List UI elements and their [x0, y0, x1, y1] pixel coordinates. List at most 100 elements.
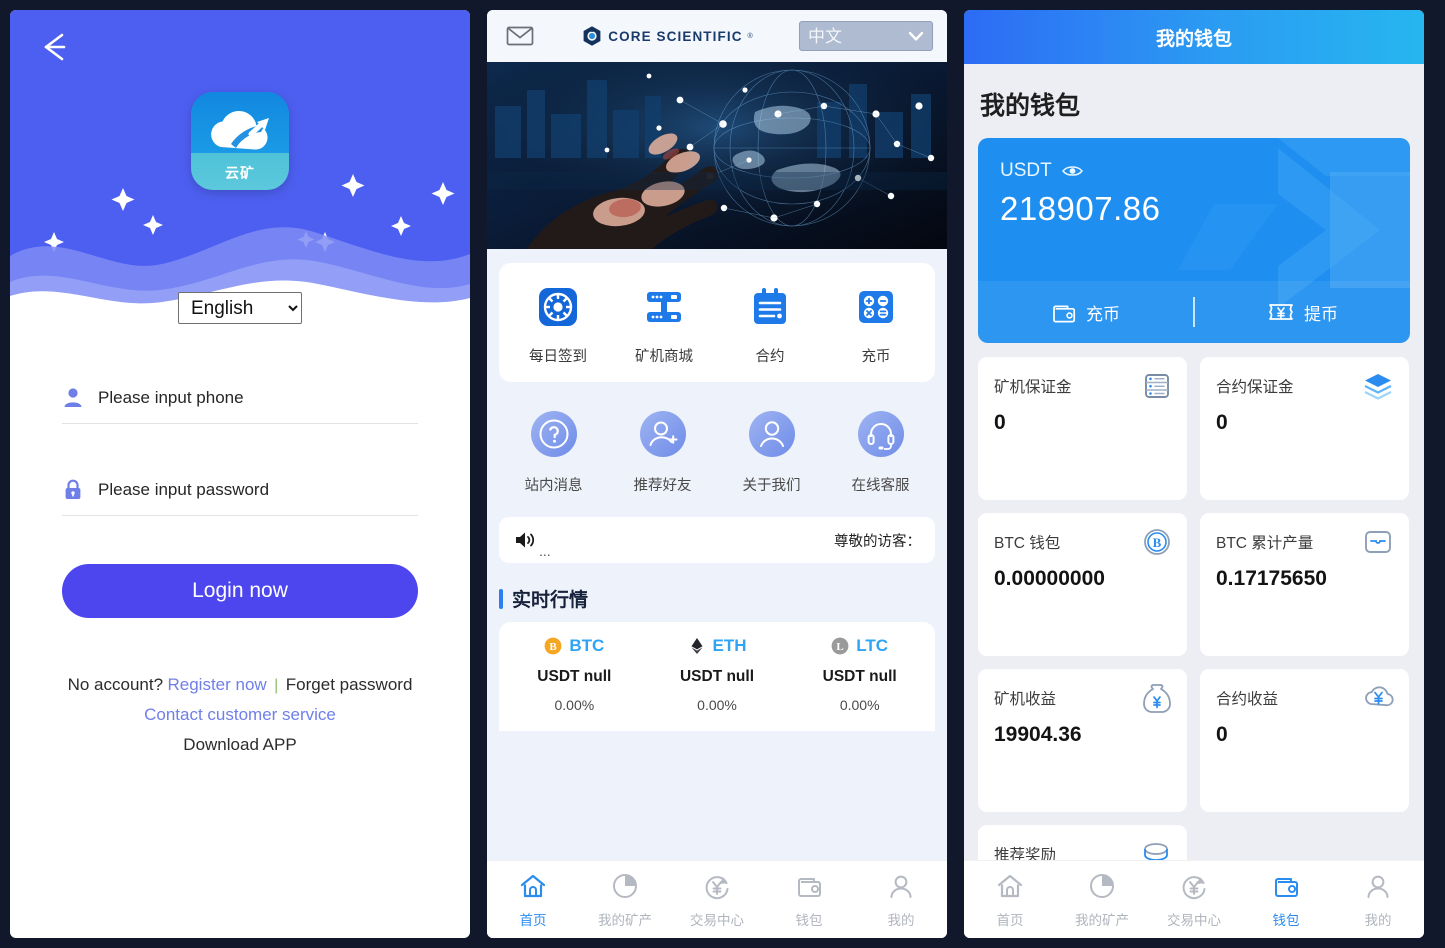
tab-home[interactable]: 首页 — [964, 869, 1056, 938]
withdraw-button[interactable]: 提币 — [1195, 300, 1410, 325]
shortcut-label: 充币 — [861, 349, 891, 365]
phone-input[interactable]: Please input phone — [98, 388, 244, 408]
password-field[interactable]: Please input password — [62, 472, 418, 516]
wallet-header-title: 我的钱包 — [1155, 28, 1232, 50]
brand-registered-mark: ® — [747, 32, 753, 40]
market-item-ltc[interactable]: L LTC USDT null 0.00% — [788, 636, 931, 713]
stat-btc-total-output[interactable]: BTC 累计产量 0.17175650 — [1200, 513, 1409, 656]
service-invite-friend[interactable]: 推荐好友 — [608, 406, 717, 495]
question-mark-icon — [499, 406, 608, 462]
shortcut-daily-checkin[interactable]: 每日签到 — [505, 283, 611, 366]
shortcut-deposit[interactable]: 充币 — [823, 283, 929, 366]
tab-exchange[interactable]: 交易中心 — [1148, 869, 1240, 938]
tab-label: 我的 — [1364, 913, 1392, 928]
svg-text:B: B — [1153, 535, 1162, 550]
stat-referral-reward[interactable]: 推荐奖励 — [978, 825, 1187, 860]
service-online-support[interactable]: 在线客服 — [826, 406, 935, 495]
ethereum-icon — [691, 638, 702, 654]
stat-contract-income[interactable]: 合约收益 0 — [1200, 669, 1409, 812]
contract-icon — [717, 283, 823, 331]
tab-label: 钱包 — [1272, 913, 1300, 928]
service-messages[interactable]: 站内消息 — [499, 406, 608, 495]
promo-banner[interactable] — [487, 62, 947, 249]
balance-currency: USDT — [1000, 160, 1052, 181]
login-button[interactable]: Login now — [62, 564, 418, 618]
password-input[interactable]: Please input password — [98, 480, 269, 500]
market-list: B BTC USDT null 0.00% ETH USDT null 0.00… — [499, 622, 935, 731]
tab-profile[interactable]: 我的 — [855, 869, 947, 938]
market-symbol: BTC — [569, 636, 605, 655]
market-price: USDT null — [537, 668, 612, 685]
tab-wallet[interactable]: 钱包 — [1240, 869, 1332, 938]
download-app-link[interactable]: Download APP — [62, 730, 418, 760]
market-section-header: 实时行情 — [499, 585, 935, 612]
wallet-stats-grid: 矿机保证金 0 合约保证金 0 BTC 钱包 0.00000000 B BTC … — [978, 357, 1410, 860]
tab-my-mining[interactable]: 我的矿产 — [1056, 869, 1148, 938]
link-separator: | — [274, 677, 279, 694]
stat-miner-income[interactable]: 矿机收益 19904.36 — [978, 669, 1187, 812]
stat-value: 0.00000000 — [994, 567, 1105, 590]
app-logo: 云矿 — [191, 92, 289, 190]
money-bag-icon — [1143, 684, 1171, 713]
market-item-eth[interactable]: ETH USDT null 0.00% — [646, 636, 789, 713]
shortcut-contract[interactable]: 合约 — [717, 283, 823, 366]
home-language-select-wrap: 中文 — [799, 21, 933, 51]
market-symbol: LTC — [856, 636, 889, 655]
notice-dots: ... — [539, 543, 551, 559]
mail-icon[interactable] — [505, 21, 535, 51]
home-content: 每日签到 矿机商城 合约 充币 站内消息 推荐好友 关于我们 在线客服 ... … — [487, 249, 947, 860]
balance-amount: 218907.86 — [1000, 190, 1161, 227]
register-link[interactable]: Register now — [168, 675, 267, 694]
market-item-btc[interactable]: B BTC USDT null 0.00% — [503, 636, 646, 713]
tab-label: 交易中心 — [1167, 913, 1221, 928]
stat-contract-deposit[interactable]: 合约保证金 0 — [1200, 357, 1409, 500]
stat-value: 19904.36 — [994, 723, 1082, 746]
no-account-label: No account? — [67, 675, 164, 694]
user-icon — [717, 406, 826, 462]
miner-store-icon — [611, 283, 717, 331]
pie-chart-icon — [1056, 869, 1148, 903]
stat-btc-wallet[interactable]: BTC 钱包 0.00000000 B — [978, 513, 1187, 656]
wallet-panel: 我的钱包 我的钱包 USDT 218907.86 充币 提币 矿机保证金 0 合… — [964, 10, 1424, 938]
service-label: 关于我们 — [742, 478, 801, 494]
home-panel: CORE SCIENTIFIC ® 中文 每日签到 矿机商城 合约 充币 站内消… — [487, 10, 947, 938]
tab-label: 钱包 — [795, 913, 823, 928]
shortcut-label: 每日签到 — [529, 349, 587, 365]
stat-value: 0 — [1216, 411, 1228, 434]
notice-bar[interactable]: ... 尊敬的访客： — [499, 517, 935, 563]
deposit-button[interactable]: 充币 — [978, 300, 1193, 325]
wallet-header: 我的钱包 — [964, 10, 1424, 64]
forget-password-link[interactable]: Forget password — [286, 675, 413, 694]
market-symbol: ETH — [712, 636, 747, 655]
back-arrow-icon[interactable] — [34, 26, 76, 68]
home-language-select[interactable]: 中文 — [799, 21, 933, 51]
service-label: 在线客服 — [851, 478, 910, 494]
language-select[interactable]: English — [178, 292, 302, 324]
section-accent-bar — [499, 588, 503, 609]
tab-my-mining[interactable]: 我的矿产 — [579, 869, 671, 938]
shortcut-label: 合约 — [755, 349, 785, 365]
language-select-wrap: English — [10, 292, 470, 324]
stat-miner-deposit[interactable]: 矿机保证金 0 — [978, 357, 1187, 500]
tab-wallet[interactable]: 钱包 — [763, 869, 855, 938]
service-about-us[interactable]: 关于我们 — [717, 406, 826, 495]
bitcoin-circle-icon: B — [1144, 529, 1170, 555]
coins-stack-icon — [1144, 843, 1168, 860]
tab-label: 首页 — [996, 913, 1024, 928]
shortcut-miner-store[interactable]: 矿机商城 — [611, 283, 717, 366]
tab-profile[interactable]: 我的 — [1332, 869, 1424, 938]
tab-label: 首页 — [519, 913, 547, 928]
wallet-page-title: 我的钱包 — [980, 92, 1081, 120]
exchange-yen-icon — [1148, 869, 1240, 903]
contact-service-link[interactable]: Contact customer service — [62, 700, 418, 730]
tab-home[interactable]: 首页 — [487, 869, 579, 938]
tab-exchange[interactable]: 交易中心 — [671, 869, 763, 938]
login-links: No account? Register now | Forget passwo… — [62, 670, 418, 760]
home-icon — [487, 869, 579, 903]
service-label: 推荐好友 — [633, 478, 692, 494]
person-icon — [855, 869, 947, 903]
person-icon — [1332, 869, 1424, 903]
market-change: 0.00% — [697, 697, 737, 713]
eye-icon[interactable] — [1061, 164, 1083, 178]
phone-field[interactable]: Please input phone — [62, 380, 418, 424]
